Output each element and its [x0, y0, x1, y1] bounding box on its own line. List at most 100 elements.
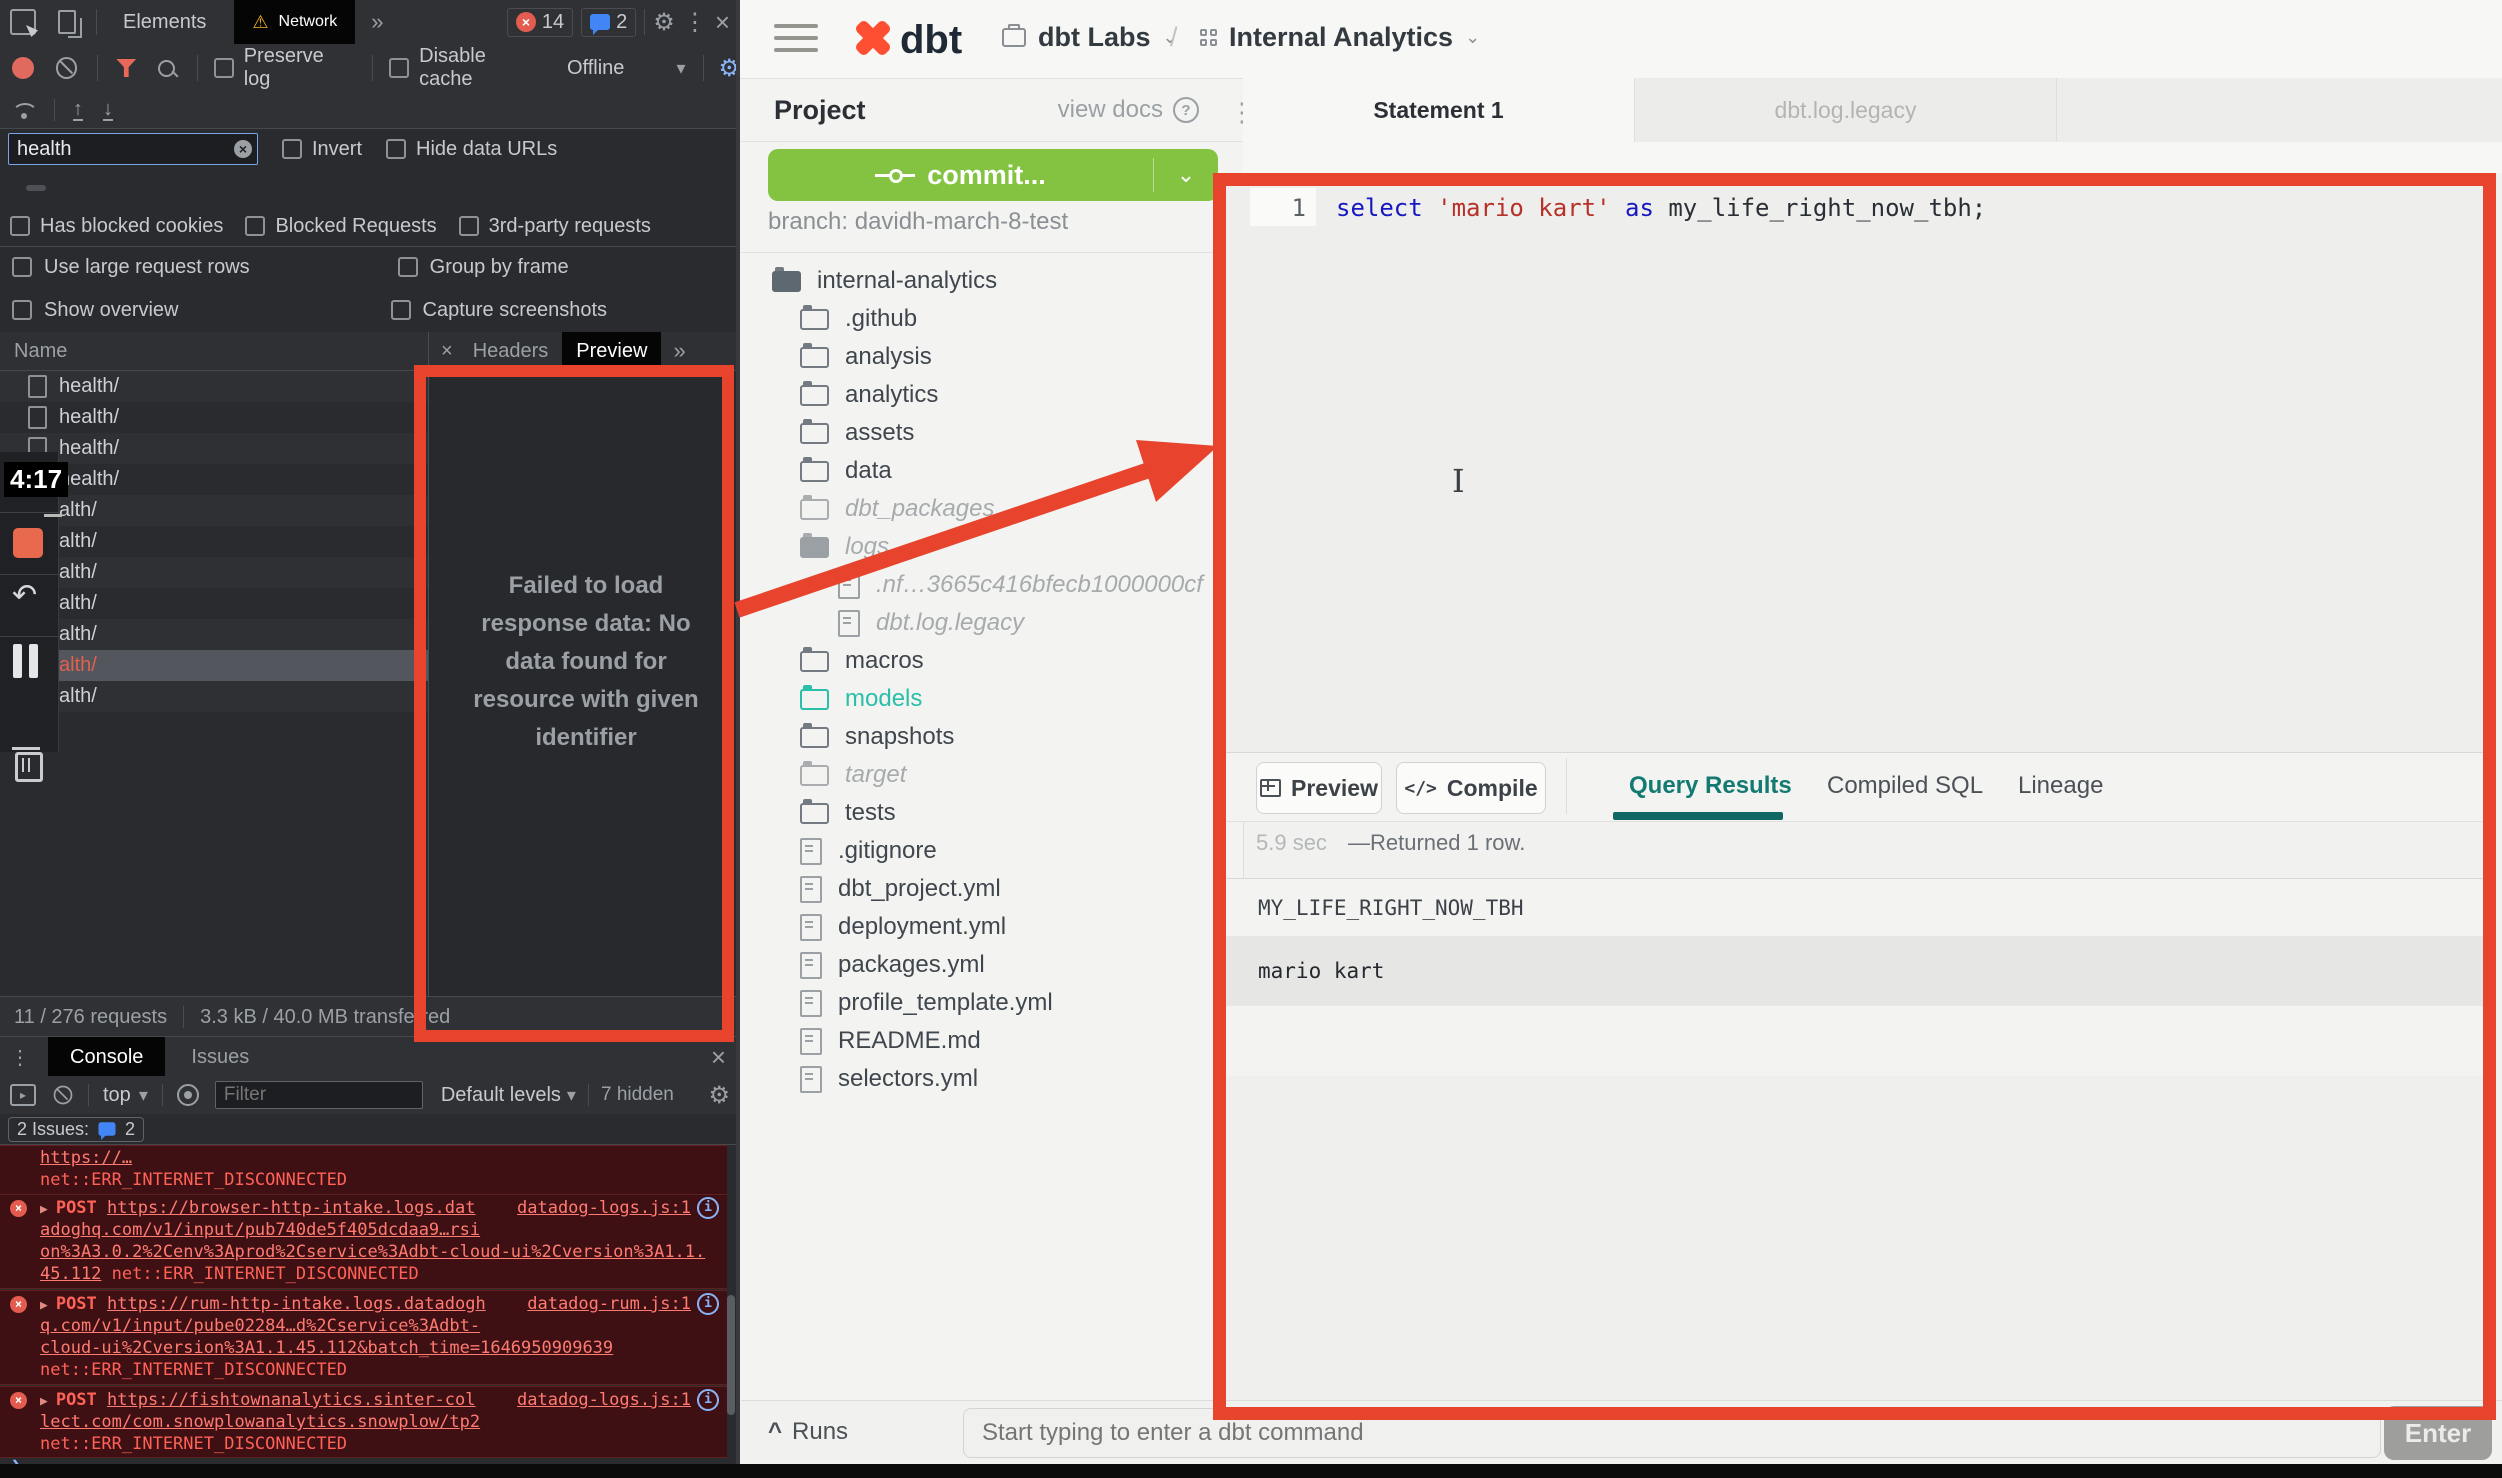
runs-toggle[interactable]: ^ Runs: [768, 1418, 848, 1446]
issues-count-badge[interactable]: 2: [581, 8, 636, 37]
tab-query-results[interactable]: Query Results: [1629, 772, 1792, 800]
console-settings-gear-icon[interactable]: ⚙: [708, 1081, 730, 1110]
drawer-close-icon[interactable]: ×: [711, 1042, 726, 1073]
tree-item[interactable]: dbt_project.yml: [740, 870, 1242, 908]
expand-caret-icon[interactable]: ▶: [40, 1298, 48, 1313]
commit-dropdown-caret-icon[interactable]: ⌄: [1154, 162, 1218, 188]
error-url-link[interactable]: https://rum-http-intake.logs.datadogh: [107, 1294, 486, 1314]
tree-item[interactable]: tests: [740, 794, 1242, 832]
clear-console-icon[interactable]: [54, 1086, 73, 1105]
eye-icon[interactable]: [177, 1084, 199, 1106]
pause-icon[interactable]: [13, 644, 38, 678]
search-icon[interactable]: [158, 60, 175, 77]
throttling-caret-icon[interactable]: ▾: [676, 58, 685, 79]
type-filter-chip[interactable]: [48, 185, 68, 191]
source-link[interactable]: datadog-logs.js:1: [517, 1390, 691, 1410]
tab-dbt-log-legacy[interactable]: dbt.log.legacy: [1635, 78, 2057, 142]
tree-item[interactable]: dbt_packages: [740, 490, 1242, 528]
type-filter-chip[interactable]: [158, 185, 178, 191]
third-party-checkbox[interactable]: [459, 216, 479, 236]
clear-filter-icon[interactable]: ×: [234, 140, 252, 158]
type-filter-chip[interactable]: [246, 185, 266, 191]
tree-item[interactable]: macros: [740, 642, 1242, 680]
type-filter-chip[interactable]: [4, 185, 24, 191]
enter-button[interactable]: Enter: [2384, 1406, 2492, 1460]
request-row[interactable]: health/: [0, 433, 428, 464]
preview-button[interactable]: Preview: [1256, 762, 1382, 814]
inspect-element-icon[interactable]: [10, 9, 36, 35]
account-switcher[interactable]: dbt Labs ⌄: [1002, 22, 1178, 53]
type-filter-chip[interactable]: [92, 185, 112, 191]
request-row[interactable]: alth/: [0, 588, 428, 619]
tree-item[interactable]: analytics: [740, 376, 1242, 414]
hamburger-menu-icon[interactable]: [774, 24, 818, 52]
request-row[interactable]: alth/: [0, 619, 428, 650]
request-row[interactable]: alth/: [0, 495, 428, 526]
error-url-link[interactable]: https://…: [40, 1148, 132, 1168]
tree-item[interactable]: models: [740, 680, 1242, 718]
export-har-icon[interactable]: ↓: [103, 99, 113, 121]
tab-preview[interactable]: Preview: [562, 332, 661, 370]
type-filter-chip[interactable]: [26, 185, 46, 191]
undo-icon[interactable]: ↶: [12, 578, 37, 613]
error-url-link[interactable]: https://browser-http-intake.logs.dat: [107, 1198, 475, 1218]
error-count-badge[interactable]: × 14: [507, 8, 573, 37]
import-har-icon[interactable]: ↑: [73, 99, 83, 121]
dbt-command-input[interactable]: [963, 1408, 2381, 1458]
name-column-header[interactable]: Name: [14, 340, 67, 363]
devtools-close-icon[interactable]: ×: [715, 7, 730, 38]
type-filter-chip[interactable]: [180, 185, 200, 191]
tree-item[interactable]: assets: [740, 414, 1242, 452]
info-icon[interactable]: i: [697, 1293, 719, 1315]
tab-statement-1[interactable]: Statement 1: [1243, 78, 1635, 142]
record-network-icon[interactable]: [12, 57, 34, 79]
tree-item[interactable]: profile_template.yml: [740, 984, 1242, 1022]
result-row[interactable]: mario kart: [1226, 936, 2496, 1006]
tree-item[interactable]: internal-analytics: [740, 262, 1242, 300]
expand-caret-icon[interactable]: ▶: [40, 1394, 48, 1409]
expand-caret-icon[interactable]: ▶: [40, 1202, 48, 1217]
source-link[interactable]: datadog-rum.js:1: [527, 1294, 691, 1314]
view-docs-link[interactable]: view docs ?: [1058, 96, 1199, 124]
tree-item[interactable]: .gitignore: [740, 832, 1242, 870]
info-icon[interactable]: i: [697, 1197, 719, 1219]
tree-item[interactable]: selectors.yml: [740, 1060, 1242, 1098]
type-filter-chip[interactable]: [70, 185, 90, 191]
tree-item[interactable]: deployment.yml: [740, 908, 1242, 946]
tab-network[interactable]: ⚠ Network: [234, 0, 355, 44]
tree-item[interactable]: dbt.log.legacy: [740, 604, 1242, 642]
clear-network-icon[interactable]: [56, 57, 78, 79]
tree-item[interactable]: data: [740, 452, 1242, 490]
request-row[interactable]: alth/: [0, 557, 428, 588]
throttling-select[interactable]: Offline: [567, 57, 624, 80]
tree-item[interactable]: packages.yml: [740, 946, 1242, 984]
preserve-log-checkbox[interactable]: [214, 58, 234, 78]
request-row[interactable]: health/: [0, 371, 428, 402]
drawer-menu-icon[interactable]: ⋮: [10, 1045, 30, 1070]
hide-data-urls-checkbox[interactable]: [386, 139, 406, 159]
project-switcher[interactable]: Internal Analytics ⌄: [1200, 22, 1480, 53]
compile-button[interactable]: </> Compile: [1396, 762, 1546, 814]
tree-item[interactable]: logs: [740, 528, 1242, 566]
devtools-menu-icon[interactable]: ⋮: [683, 8, 707, 37]
tab-elements[interactable]: Elements: [123, 11, 206, 34]
tree-item[interactable]: .github: [740, 300, 1242, 338]
use-large-rows-checkbox[interactable]: [12, 257, 32, 277]
close-detail-icon[interactable]: ×: [441, 340, 453, 363]
context-select[interactable]: top: [103, 1084, 131, 1107]
tree-item[interactable]: README.md: [740, 1022, 1242, 1060]
tab-console[interactable]: Console: [48, 1037, 165, 1077]
group-by-frame-checkbox[interactable]: [398, 257, 418, 277]
console-scrollbar[interactable]: [727, 1295, 735, 1415]
type-filter-chip[interactable]: [114, 185, 134, 191]
more-tabs-chevron[interactable]: »: [371, 9, 383, 35]
console-sidebar-icon[interactable]: ▸: [10, 1084, 36, 1106]
trash-icon[interactable]: [15, 752, 43, 782]
settings-gear-icon[interactable]: ⚙: [653, 8, 675, 37]
network-filter-input[interactable]: [8, 133, 258, 165]
has-blocked-cookies-checkbox[interactable]: [10, 216, 30, 236]
request-row[interactable]: alth/: [0, 526, 428, 557]
info-icon[interactable]: i: [697, 1389, 719, 1411]
type-filter-chip[interactable]: [202, 185, 222, 191]
console-filter-input[interactable]: [215, 1081, 423, 1109]
